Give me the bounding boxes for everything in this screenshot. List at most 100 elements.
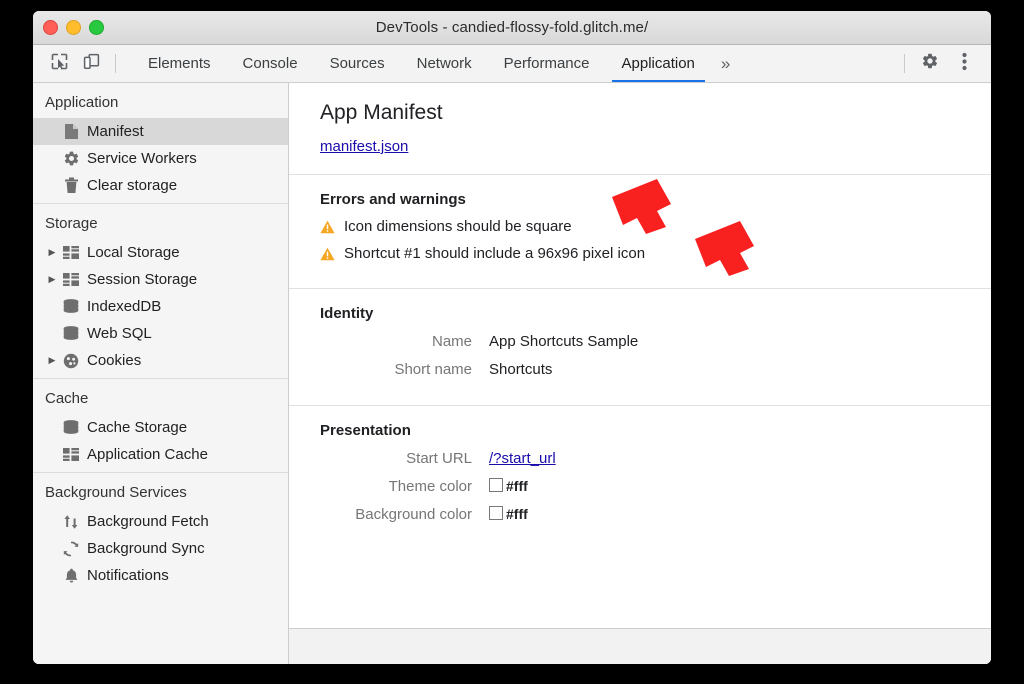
sidebar-item-background-sync[interactable]: ▶ Background Sync <box>33 535 288 562</box>
presentation-section-title: Presentation <box>320 422 991 439</box>
sidebar-item-cookies-label: Cookies <box>87 353 141 368</box>
sidebar-item-background-sync-label: Background Sync <box>87 541 205 556</box>
sidebar-section-cache: Cache ▶ <box>33 378 288 472</box>
tab-application-label: Application <box>622 55 695 72</box>
table-icon <box>59 246 83 259</box>
tab-elements[interactable]: Elements <box>132 45 227 82</box>
tabstrip-right-controls <box>896 45 991 82</box>
theme-color-value: #fff <box>506 478 528 494</box>
table-icon <box>59 448 83 461</box>
chevron-right-icon[interactable]: ▶ <box>45 355 59 366</box>
tab-sources[interactable]: Sources <box>314 45 401 82</box>
database-icon <box>59 299 83 314</box>
sidebar-item-application-cache[interactable]: ▶ Application Cache <box>33 441 288 468</box>
database-icon <box>59 420 83 435</box>
sidebar-item-service-workers[interactable]: ▶ Service Workers <box>33 145 288 172</box>
sidebar-item-cookies[interactable]: ▶ Cookies <box>33 347 288 374</box>
manifest-json-link[interactable]: manifest.json <box>320 138 408 155</box>
window-controls <box>43 11 104 44</box>
maximize-button[interactable] <box>89 20 104 35</box>
tab-elements-label: Elements <box>148 55 211 72</box>
tab-network-label: Network <box>417 55 472 72</box>
sync-icon <box>59 541 83 557</box>
sidebar-item-application-cache-label: Application Cache <box>87 447 208 462</box>
window-titlebar: DevTools - candied-flossy-fold.glitch.me… <box>33 11 991 45</box>
field-row-name: Name App Shortcuts Sample <box>320 333 991 350</box>
sidebar-section-background-services: Background Services ▶ Background Fetch <box>33 472 288 593</box>
sidebar-item-web-sql[interactable]: ▶ Web SQL <box>33 320 288 347</box>
background-color-value: #fff <box>506 506 528 522</box>
tab-application[interactable]: Application <box>606 45 711 82</box>
sidebar-item-session-storage-label: Session Storage <box>87 272 197 287</box>
sidebar-item-clear-storage[interactable]: ▶ Clear storage <box>33 172 288 199</box>
field-label-background-color: Background color <box>320 506 489 523</box>
field-row-start-url: Start URL /?start_url <box>320 450 991 467</box>
close-button[interactable] <box>43 20 58 35</box>
field-row-theme-color: Theme color #fff <box>320 478 991 495</box>
sidebar-item-notifications[interactable]: ▶ Notifications <box>33 562 288 589</box>
field-value-start-url[interactable]: /?start_url <box>489 450 556 467</box>
sidebar-item-background-fetch[interactable]: ▶ Background Fetch <box>33 508 288 535</box>
document-icon <box>59 123 83 140</box>
devtools-tabstrip: Elements Console Sources Network Perform… <box>33 45 991 83</box>
devtools-window: DevTools - candied-flossy-fold.glitch.me… <box>33 11 991 664</box>
field-label-short-name: Short name <box>320 361 489 378</box>
database-icon <box>59 326 83 341</box>
application-sidebar[interactable]: Application ▶ Manifest ▶ <box>33 83 289 664</box>
field-row-background-color: Background color #fff <box>320 506 991 523</box>
chevron-right-icon[interactable]: ▶ <box>45 247 59 258</box>
screenshot-root: DevTools - candied-flossy-fold.glitch.me… <box>0 0 1024 684</box>
chevron-right-icon[interactable]: ▶ <box>45 274 59 285</box>
sidebar-section-storage: Storage ▶ <box>33 203 288 378</box>
field-label-start-url: Start URL <box>320 450 489 467</box>
tab-console-label: Console <box>243 55 298 72</box>
kebab-menu-icon <box>962 52 967 76</box>
tab-sources-label: Sources <box>330 55 385 72</box>
inspect-element-icon <box>51 53 68 75</box>
sidebar-section-application: Application ▶ Manifest ▶ <box>33 83 288 203</box>
cookie-icon <box>59 353 83 369</box>
more-tabs-button[interactable]: » <box>711 45 740 82</box>
manifest-content: App Manifest manifest.json Errors and wa… <box>289 83 991 550</box>
sidebar-item-local-storage[interactable]: ▶ Local Storage <box>33 239 288 266</box>
sidebar-item-session-storage[interactable]: ▶ Session Storage <box>33 266 288 293</box>
window-title: DevTools - candied-flossy-fold.glitch.me… <box>33 19 991 36</box>
presentation-section: Presentation Start URL /?start_url Theme… <box>289 405 991 550</box>
errors-and-warnings-section: Errors and warnings Icon dimensio <box>289 174 991 288</box>
sidebar-item-local-storage-label: Local Storage <box>87 245 180 260</box>
field-row-short-name: Short name Shortcuts <box>320 361 991 378</box>
tab-performance-label: Performance <box>504 55 590 72</box>
tab-console[interactable]: Console <box>227 45 314 82</box>
sidebar-item-cache-storage-label: Cache Storage <box>87 420 187 435</box>
color-swatch[interactable] <box>489 506 503 520</box>
device-toolbar-icon <box>83 53 100 75</box>
sidebar-item-indexeddb-label: IndexedDB <box>87 299 161 314</box>
sidebar-header-background-services: Background Services <box>33 473 288 508</box>
sidebar-item-manifest[interactable]: ▶ Manifest <box>33 118 288 145</box>
sidebar-item-cache-storage[interactable]: ▶ Cache Stora <box>33 414 288 441</box>
sidebar-item-notifications-label: Notifications <box>87 568 169 583</box>
field-value-short-name: Shortcuts <box>489 361 552 378</box>
tab-performance[interactable]: Performance <box>488 45 606 82</box>
chevron-double-right-icon: » <box>721 54 730 74</box>
sidebar-item-clear-storage-label: Clear storage <box>87 178 177 193</box>
devtools-body: Application ▶ Manifest ▶ <box>33 83 991 664</box>
device-toolbar-button[interactable] <box>75 45 107 82</box>
toolbar-divider <box>115 54 116 73</box>
panel-tabs: Elements Console Sources Network Perform… <box>132 45 740 82</box>
settings-button[interactable] <box>913 45 947 82</box>
inspect-element-button[interactable] <box>43 45 75 82</box>
trash-icon <box>59 177 83 194</box>
field-value-background-color: #fff <box>489 506 528 523</box>
minimize-button[interactable] <box>66 20 81 35</box>
up-down-arrows-icon <box>59 514 83 530</box>
more-options-button[interactable] <box>947 45 981 82</box>
manifest-scroll-area[interactable]: App Manifest manifest.json Errors and wa… <box>289 83 991 628</box>
tab-network[interactable]: Network <box>401 45 488 82</box>
sidebar-header-application: Application <box>33 83 288 118</box>
color-swatch[interactable] <box>489 478 503 492</box>
field-value-theme-color: #fff <box>489 478 528 495</box>
sidebar-item-service-workers-label: Service Workers <box>87 151 197 166</box>
sidebar-item-web-sql-label: Web SQL <box>87 326 152 341</box>
sidebar-item-indexeddb[interactable]: ▶ IndexedDB <box>33 293 288 320</box>
